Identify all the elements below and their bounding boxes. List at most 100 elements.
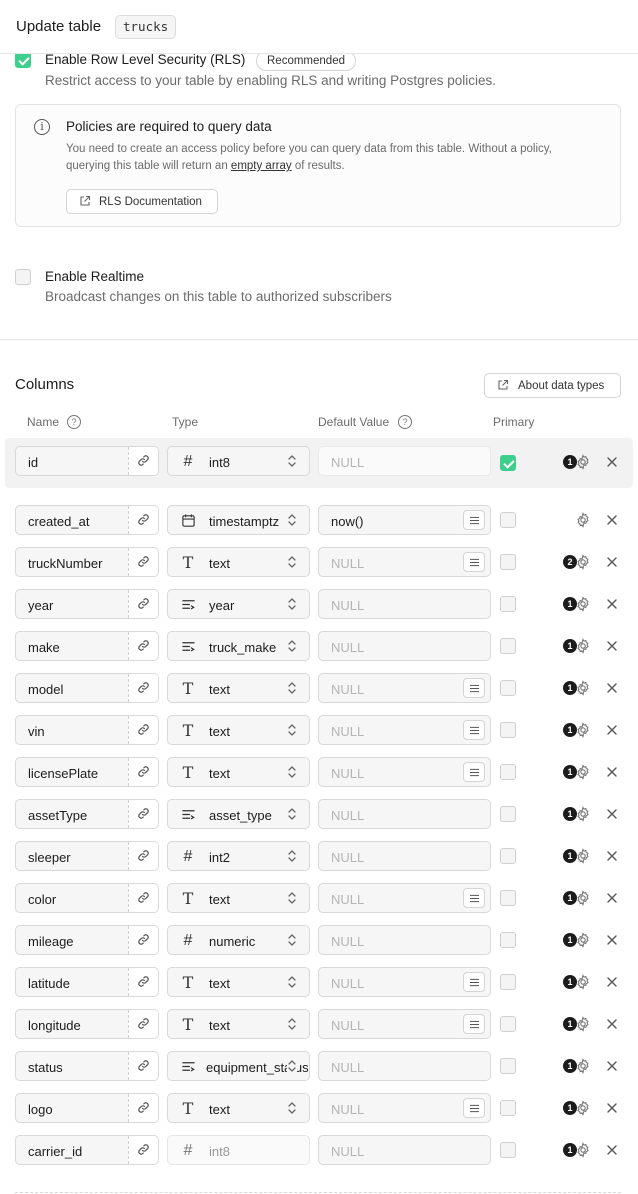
gear-icon[interactable]: [575, 932, 591, 948]
gear-icon[interactable]: [575, 722, 591, 738]
gear-icon[interactable]: [575, 1100, 591, 1116]
primary-key-checkbox[interactable]: [500, 806, 516, 822]
close-icon[interactable]: [605, 1101, 619, 1115]
default-value-input[interactable]: NULL: [318, 1009, 491, 1039]
foreign-key-button[interactable]: [128, 716, 158, 744]
close-icon[interactable]: [605, 1143, 619, 1157]
primary-key-checkbox[interactable]: [500, 890, 516, 906]
primary-key-checkbox[interactable]: [500, 638, 516, 654]
empty-array-link[interactable]: empty array: [231, 160, 292, 172]
foreign-key-button[interactable]: [128, 1136, 158, 1164]
help-icon[interactable]: ?: [398, 415, 412, 429]
default-value-input[interactable]: NULL: [318, 1051, 491, 1081]
close-icon[interactable]: [605, 555, 619, 569]
column-type-select[interactable]: # int2: [167, 841, 310, 871]
column-type-select[interactable]: T text: [167, 547, 310, 577]
column-name-input[interactable]: assetType: [15, 799, 159, 829]
primary-key-checkbox[interactable]: [500, 764, 516, 780]
realtime-checkbox[interactable]: [15, 269, 31, 285]
close-icon[interactable]: [605, 1017, 619, 1031]
foreign-key-button[interactable]: [128, 1010, 158, 1038]
column-type-select[interactable]: # int8: [167, 446, 310, 476]
column-name-input[interactable]: licensePlate: [15, 757, 159, 787]
close-icon[interactable]: [605, 639, 619, 653]
primary-key-checkbox[interactable]: [500, 554, 516, 570]
column-name-input[interactable]: model: [15, 673, 159, 703]
primary-key-checkbox[interactable]: [500, 1142, 516, 1158]
close-icon[interactable]: [605, 455, 619, 469]
primary-key-checkbox[interactable]: [500, 680, 516, 696]
foreign-key-button[interactable]: [128, 758, 158, 786]
default-value-input[interactable]: NULL: [318, 757, 491, 787]
default-value-input[interactable]: NULL: [318, 841, 491, 871]
column-type-select[interactable]: equipment_status: [167, 1051, 310, 1081]
column-type-select[interactable]: T text: [167, 757, 310, 787]
foreign-key-button[interactable]: [128, 447, 158, 475]
primary-key-checkbox[interactable]: [500, 722, 516, 738]
column-type-select[interactable]: T text: [167, 967, 310, 997]
column-name-input[interactable]: make: [15, 631, 159, 661]
suggestions-button[interactable]: [463, 1098, 485, 1118]
suggestions-button[interactable]: [463, 1014, 485, 1034]
suggestions-button[interactable]: [463, 678, 485, 698]
gear-icon[interactable]: [575, 1016, 591, 1032]
column-type-select[interactable]: year: [167, 589, 310, 619]
gear-icon[interactable]: [575, 596, 591, 612]
default-value-input[interactable]: NULL: [318, 967, 491, 997]
default-value-input[interactable]: NULL: [318, 1093, 491, 1123]
gear-icon[interactable]: [575, 890, 591, 906]
column-type-select[interactable]: # numeric: [167, 925, 310, 955]
foreign-key-button[interactable]: [128, 1094, 158, 1122]
rls-documentation-button[interactable]: RLS Documentation: [66, 189, 218, 214]
column-type-select[interactable]: # int8: [167, 1135, 310, 1165]
default-value-input[interactable]: NULL: [318, 589, 491, 619]
default-value-input[interactable]: NULL: [318, 799, 491, 829]
suggestions-button[interactable]: [463, 510, 485, 530]
column-name-input[interactable]: mileage: [15, 925, 159, 955]
close-icon[interactable]: [605, 681, 619, 695]
close-icon[interactable]: [605, 765, 619, 779]
column-name-input[interactable]: carrier_id: [15, 1135, 159, 1165]
suggestions-button[interactable]: [463, 762, 485, 782]
gear-icon[interactable]: [575, 554, 591, 570]
foreign-key-button[interactable]: [128, 800, 158, 828]
foreign-key-button[interactable]: [128, 1052, 158, 1080]
gear-icon[interactable]: [575, 974, 591, 990]
column-type-select[interactable]: asset_type: [167, 799, 310, 829]
close-icon[interactable]: [605, 597, 619, 611]
column-type-select[interactable]: T text: [167, 883, 310, 913]
column-type-select[interactable]: T text: [167, 673, 310, 703]
primary-key-checkbox[interactable]: [500, 974, 516, 990]
column-name-input[interactable]: id: [15, 446, 159, 476]
gear-icon[interactable]: [575, 848, 591, 864]
column-name-input[interactable]: longitude: [15, 1009, 159, 1039]
column-name-input[interactable]: logo: [15, 1093, 159, 1123]
column-name-input[interactable]: vin: [15, 715, 159, 745]
column-name-input[interactable]: sleeper: [15, 841, 159, 871]
gear-icon[interactable]: [575, 680, 591, 696]
foreign-key-button[interactable]: [128, 968, 158, 996]
default-value-input[interactable]: NULL: [318, 715, 491, 745]
primary-key-checkbox[interactable]: [500, 1100, 516, 1116]
gear-icon[interactable]: [575, 764, 591, 780]
suggestions-button[interactable]: [463, 552, 485, 572]
close-icon[interactable]: [605, 723, 619, 737]
default-value-input[interactable]: NULL: [318, 547, 491, 577]
suggestions-button[interactable]: [463, 972, 485, 992]
foreign-key-button[interactable]: [128, 506, 158, 534]
foreign-key-button[interactable]: [128, 632, 158, 660]
close-icon[interactable]: [605, 807, 619, 821]
close-icon[interactable]: [605, 1059, 619, 1073]
gear-icon[interactable]: [575, 454, 591, 470]
foreign-key-button[interactable]: [128, 590, 158, 618]
default-value-input[interactable]: NULL: [318, 446, 491, 476]
column-name-input[interactable]: latitude: [15, 967, 159, 997]
column-type-select[interactable]: truck_make: [167, 631, 310, 661]
rls-checkbox[interactable]: [15, 52, 31, 68]
column-name-input[interactable]: status: [15, 1051, 159, 1081]
column-name-input[interactable]: color: [15, 883, 159, 913]
foreign-key-button[interactable]: [128, 926, 158, 954]
gear-icon[interactable]: [575, 638, 591, 654]
column-name-input[interactable]: created_at: [15, 505, 159, 535]
gear-icon[interactable]: [575, 806, 591, 822]
